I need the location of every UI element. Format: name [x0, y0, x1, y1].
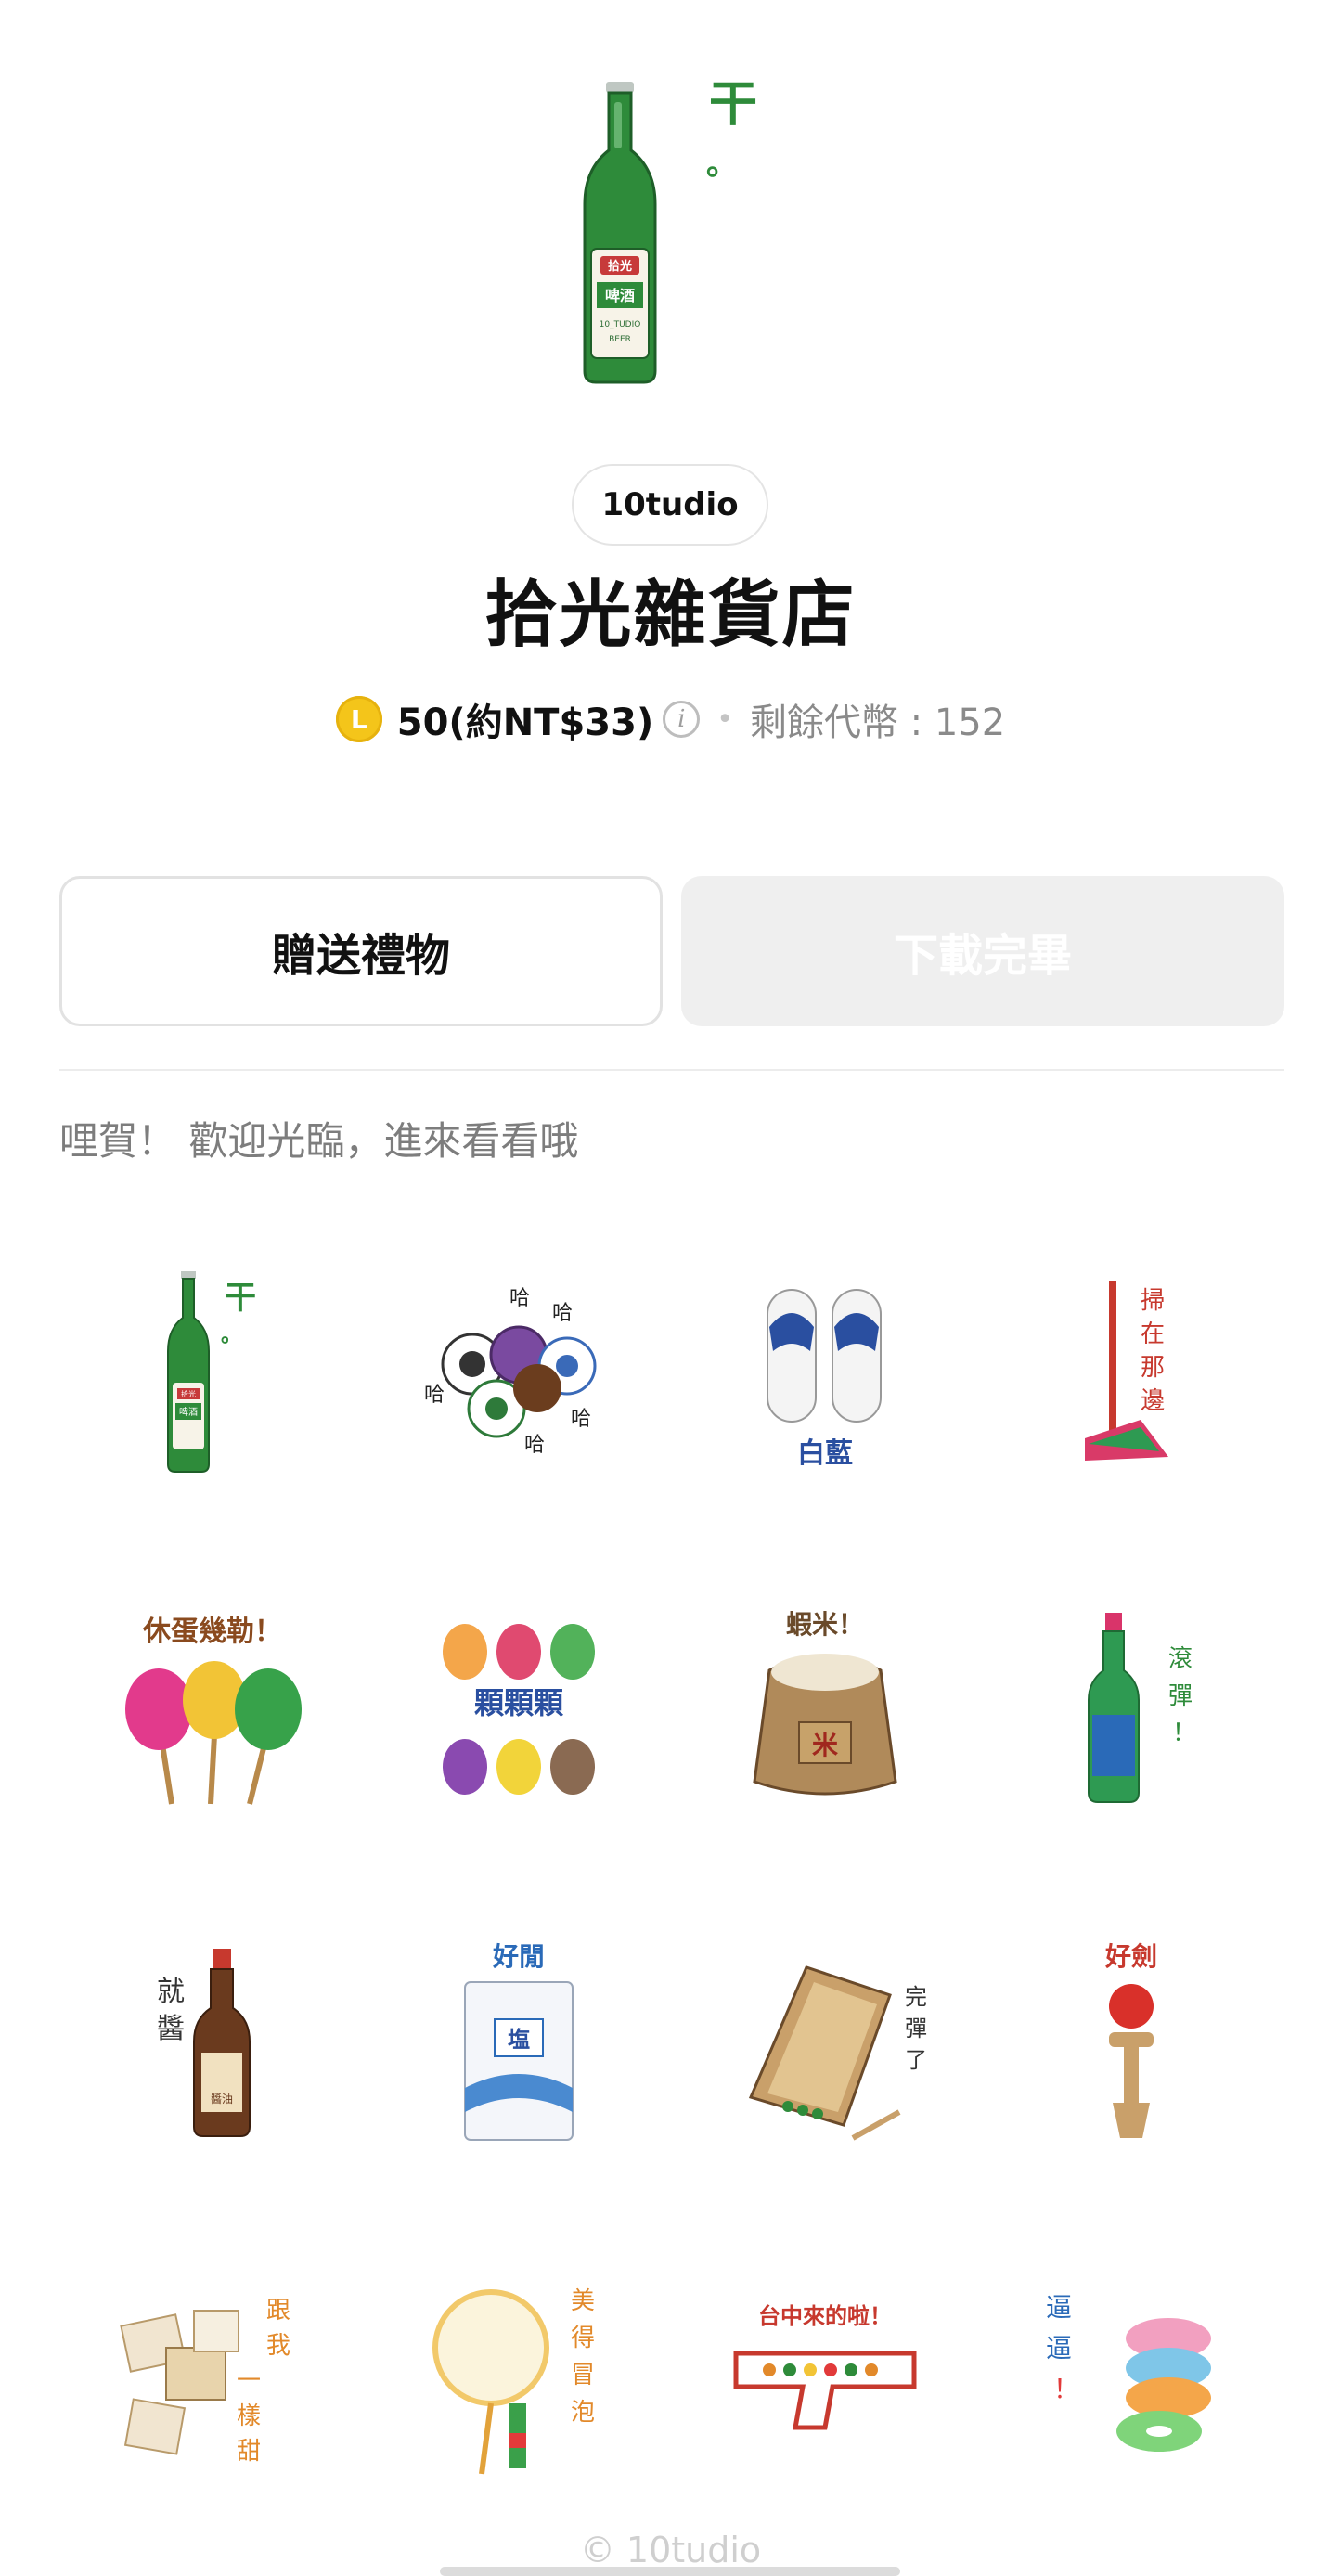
sticker-text: 我 [266, 2332, 290, 2360]
sticker-text: 哈 [571, 1408, 591, 1431]
sticker-text: ！ [1053, 2374, 1079, 2404]
sticker-text: 完 [905, 1984, 927, 2010]
sticker-text: 在 [1141, 1320, 1165, 1348]
sticker-text: 醬油 [211, 2092, 233, 2106]
sticker-text: 塩 [508, 2027, 530, 2053]
marbles-sticker: 哈 哈 哈 哈 哈 [424, 1287, 597, 1457]
toy-gun-sticker: 台中來的啦！ [733, 2303, 917, 2430]
hero-sticker: 拾光 啤酒 10_TUDIO BEER 干 。 [0, 0, 1341, 436]
kendama-sticker: 好劍 [1104, 1941, 1157, 2138]
sticker-text: 干 [225, 1280, 256, 1317]
send-gift-button[interactable]: 贈送禮物 [59, 876, 663, 1026]
sticker-item[interactable]: 好閒 塩 [366, 1874, 672, 2209]
bottle-exclaim-dot: 。 [706, 146, 738, 183]
sticker-text: 得 [571, 2325, 595, 2352]
sticker-text: 米 [812, 1730, 838, 1760]
sticker-text: 哈 [509, 1287, 530, 1310]
sticker-text: 休蛋幾勒！ [142, 1616, 282, 1648]
sticker-text: 跟 [266, 2297, 290, 2325]
rice-sack-sticker: 蝦米！ 米 [753, 1609, 897, 1796]
sticker-description: 哩賀！ 歡迎光臨，進來看看哦 [59, 1118, 579, 1164]
info-icon[interactable]: i [663, 701, 701, 738]
download-complete-button[interactable]: 下載完畢 [681, 876, 1284, 1026]
sticker-text: 一 [237, 2367, 261, 2395]
lollipops-sticker: 休蛋幾勒！ [125, 1616, 302, 1805]
sticker-text: 。 [221, 1324, 241, 1347]
copyright-footer: © 10tudio [579, 2530, 762, 2570]
sticker-item[interactable]: 蝦米！ 米 [672, 1540, 978, 1874]
sticker-title: 拾光雜貨店 [484, 573, 857, 657]
sticker-text: 好閒 [492, 1941, 545, 1972]
bottle-exclaim: 干 [709, 77, 757, 133]
sticker-item[interactable]: 掃 在 那 邊 [978, 1206, 1284, 1540]
sticker-text: 彈 [1168, 1682, 1193, 1710]
sticker-text: 那 [1141, 1354, 1165, 1382]
sticker-text: 泡 [571, 2399, 595, 2427]
price-row: L 50(約NT$33) i • 剩餘代幣 : 152 [0, 689, 1341, 750]
remaining-coins: 剩餘代幣 : 152 [749, 702, 1006, 744]
sticker-text: 掃 [1141, 1287, 1165, 1315]
bubble-wand-sticker: 美 得 冒 泡 [432, 2287, 595, 2475]
soda-bottle-sticker: 滾 彈 ！ [1088, 1613, 1196, 1803]
sticker-text: 邊 [1141, 1387, 1165, 1415]
sticker-item[interactable]: 顆顆顆 [366, 1540, 672, 1874]
sticker-text: 拾光 [181, 1389, 196, 1398]
sticker-text: 逼 [1046, 2333, 1072, 2363]
sticker-grid: 拾光 啤酒 干 。 哈 哈 哈 哈 哈 白藍 掃 在 那 邊 休蛋幾勒！ 顆顆顆… [59, 1206, 1284, 2543]
price-text: 50(約NT$33) [396, 702, 654, 744]
sticker-text: 逼 [1046, 2292, 1072, 2323]
slippers-sticker: 白藍 [767, 1289, 882, 1470]
sticker-item[interactable]: 拾光 啤酒 干 。 [59, 1206, 366, 1540]
soy-sauce-sticker: 醬油 就 醬 [157, 1949, 251, 2137]
sticker-text: 蝦米！ [786, 1609, 864, 1640]
sticker-text: 哈 [424, 1384, 445, 1407]
sticker-text: 滾 [1168, 1645, 1193, 1673]
sticker-item[interactable]: 美 得 冒 泡 [366, 2209, 672, 2543]
sticker-text: ！ [1172, 1719, 1196, 1747]
sticker-text: 甜 [237, 2438, 261, 2466]
author-link[interactable]: 10tudio [572, 464, 768, 546]
sticker-item[interactable]: 休蛋幾勒！ [59, 1540, 366, 1874]
home-indicator [440, 2567, 900, 2576]
sticker-text: 了 [905, 2047, 927, 2073]
sticker-item[interactable]: 台中來的啦！ [672, 2209, 978, 2543]
sticker-item[interactable]: 完 彈 了 [672, 1874, 978, 2209]
broom-sticker: 掃 在 那 邊 [1085, 1281, 1168, 1461]
sticker-item[interactable]: 好劍 [978, 1874, 1284, 2209]
line-coin-icon: L [335, 696, 382, 742]
divider [59, 1069, 1284, 1071]
sticker-text: 哈 [552, 1302, 573, 1325]
sticker-text: 白藍 [797, 1437, 853, 1470]
candy-stack-sticker: 逼 逼 ！ [1046, 2292, 1211, 2452]
bottle-label-mid: 啤酒 [605, 287, 635, 304]
sticker-text: 台中來的啦！ [758, 2303, 892, 2329]
sticker-text: 冒 [571, 2362, 595, 2389]
sticker-item[interactable]: 滾 彈 ！ [978, 1540, 1284, 1874]
candy-wrappers-sticker: 跟 我 一 樣 甜 [120, 2297, 290, 2466]
sticker-item[interactable]: 哈 哈 哈 哈 哈 [366, 1206, 672, 1540]
sticker-text: 醬 [157, 2013, 185, 2045]
sticker-text: 顆顆顆 [474, 1685, 563, 1720]
sticker-text: 哈 [524, 1434, 545, 1457]
candies-sticker: 顆顆顆 [443, 1624, 595, 1795]
bottle-label-bottom: BEER [609, 335, 631, 344]
pinball-board-sticker: 完 彈 了 [748, 1965, 927, 2141]
sticker-item[interactable]: 逼 逼 ！ [978, 2209, 1284, 2543]
beer-bottle-hero-image: 拾光 啤酒 10_TUDIO BEER 干 。 [583, 77, 757, 384]
bottle-label-sub: 10_TUDIO [600, 320, 641, 329]
sticker-text: 就 [157, 1976, 185, 2008]
sticker-item[interactable]: 白藍 [672, 1206, 978, 1540]
sticker-text: 彈 [905, 2016, 927, 2041]
sticker-text: 美 [571, 2287, 595, 2315]
sticker-item[interactable]: 跟 我 一 樣 甜 [59, 2209, 366, 2543]
separator-dot: • [716, 702, 733, 736]
beer-bottle-sticker: 拾光 啤酒 干 。 [167, 1271, 256, 1473]
sticker-text: 好劍 [1104, 1941, 1157, 1972]
sticker-item[interactable]: 醬油 就 醬 [59, 1874, 366, 2209]
sticker-text: 樣 [237, 2402, 261, 2430]
salt-bag-sticker: 好閒 塩 [464, 1941, 574, 2141]
bottle-label-top: 拾光 [608, 259, 632, 274]
sticker-text: 啤酒 [179, 1407, 198, 1418]
